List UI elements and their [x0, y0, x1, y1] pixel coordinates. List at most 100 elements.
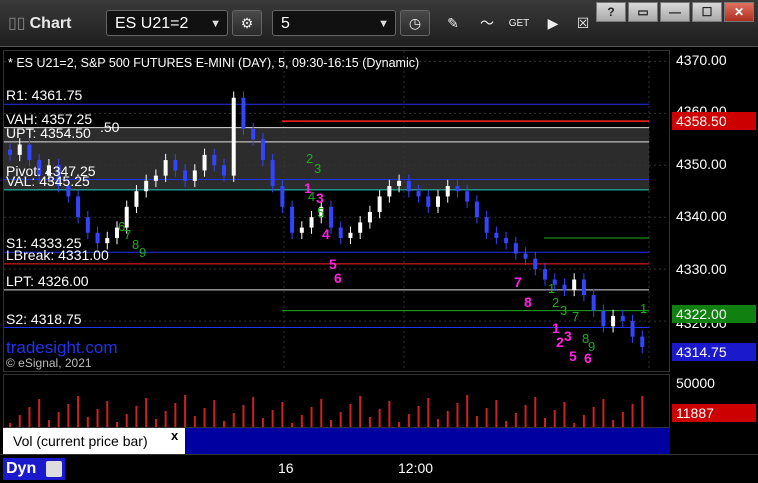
candle-body	[183, 170, 188, 181]
candle-body	[455, 186, 460, 192]
candle-body	[212, 154, 217, 166]
volume-chart-canvas[interactable]	[4, 375, 670, 428]
volume-bar	[388, 401, 391, 427]
candle-body	[173, 160, 178, 171]
candle-body	[270, 160, 275, 187]
chart-description: * ES U21=2, S&P 500 FUTURES E-MINI (DAY)…	[8, 56, 420, 70]
volume-bar	[407, 414, 410, 427]
title-bar: ▯▯ Chart ES U21=2 ▼ ⚙ 5 ▼ ◷ ✎ 〜 GET ▶ ☒ ? ▭…	[0, 0, 758, 47]
volume-bar	[184, 395, 187, 427]
volume-bar	[475, 416, 478, 427]
level-label: LBreak: 4331.00	[6, 246, 109, 263]
candle-body	[436, 196, 440, 207]
studies-button[interactable]: 〜	[472, 10, 502, 36]
sequence-label-green: 7	[124, 227, 131, 242]
price-chart-canvas[interactable]: 13456 7812 35 623456789123 7891	[4, 51, 670, 372]
volume-bar	[145, 398, 148, 427]
minimize-button[interactable]: —	[660, 2, 690, 22]
level-label: S2: 4318.75	[6, 310, 82, 327]
candle-body	[494, 232, 499, 238]
candle-body	[105, 237, 110, 244]
volume-bar	[456, 403, 459, 427]
price-chart[interactable]: 134567812356234567891237891	[3, 50, 670, 372]
volume-tick: 50000	[676, 375, 715, 391]
restore-button[interactable]: ▭	[628, 2, 658, 22]
candle-body	[591, 295, 596, 311]
candle-body	[338, 227, 343, 238]
candle-body	[348, 232, 353, 238]
get-data-button[interactable]: GET	[504, 10, 534, 36]
volume-bar	[417, 406, 420, 427]
volume-bar	[534, 397, 537, 427]
symbol-settings-button[interactable]: ⚙	[232, 10, 262, 36]
volume-legend: Vol (current price bar) x	[3, 428, 670, 454]
study-icon: 〜	[480, 15, 494, 31]
volume-bar	[446, 411, 449, 427]
volume-bar	[203, 408, 206, 427]
chevron-down-icon[interactable]: ▼	[210, 11, 221, 37]
level-tag-green: 4322.00	[672, 305, 756, 323]
volume-legend-close-icon[interactable]: x	[171, 428, 178, 443]
price-tick: 4350.00	[676, 156, 727, 172]
candle-body	[367, 212, 372, 223]
volume-bar	[466, 395, 469, 427]
draw-button[interactable]: ✎	[438, 10, 468, 36]
play-button[interactable]: ▶	[538, 10, 568, 36]
time-label: 16	[278, 460, 294, 476]
interval-input[interactable]: 5 ▼	[272, 10, 396, 36]
candle-body	[543, 269, 547, 280]
title-text: Chart	[29, 15, 72, 32]
candle-body	[8, 149, 12, 155]
price-axis[interactable]: 4370.00 4360.00 4350.00 4340.00 4330.00 …	[670, 50, 758, 428]
window-controls: ? ▭ — ☐ ✕	[596, 2, 754, 22]
volume-legend-label[interactable]: Vol (current price bar)	[3, 428, 185, 454]
volume-bar	[242, 405, 245, 427]
time-template-button[interactable]: ◷	[400, 10, 430, 36]
sequence-label-green: 1	[640, 301, 647, 316]
candle-body	[581, 279, 586, 296]
volume-bar	[154, 419, 157, 427]
candle-body	[397, 180, 402, 187]
candle-body	[533, 258, 538, 270]
volume-chart[interactable]	[3, 374, 670, 428]
drag-grip-icon[interactable]: ▯▯	[8, 15, 26, 32]
chevron-down-icon[interactable]: ▼	[378, 11, 389, 37]
candle-body	[27, 144, 32, 161]
close-chart-button[interactable]: ☒	[568, 10, 598, 36]
level-label: VAL: 4345.25	[6, 172, 90, 189]
volume-bar	[67, 404, 70, 427]
play-icon: ▶	[547, 14, 559, 31]
candle-body	[358, 222, 363, 233]
dynamic-mode-button[interactable]: Dyn	[3, 458, 65, 480]
sequence-label: 3	[564, 328, 572, 344]
price-tick: 4370.00	[676, 52, 727, 68]
sequence-label-green: 3	[314, 161, 321, 176]
lock-icon[interactable]	[46, 461, 62, 477]
help-button[interactable]: ?	[596, 2, 626, 22]
gear-icon: ⚙	[240, 14, 254, 31]
maximize-button[interactable]: ☐	[692, 2, 722, 22]
volume-bar	[86, 417, 89, 427]
volume-bar	[320, 399, 323, 427]
candle-body	[153, 175, 158, 181]
volume-bar	[232, 413, 235, 427]
volume-bar	[514, 413, 517, 427]
time-axis[interactable]	[0, 454, 758, 483]
sequence-label: 2	[556, 334, 564, 350]
level-label: LPT: 4326.00	[6, 272, 89, 289]
level-label: R1: 4361.75	[6, 87, 83, 104]
candle-body	[426, 196, 431, 207]
candle-body	[465, 191, 470, 202]
candle-body	[387, 186, 392, 197]
volume-bar	[77, 396, 80, 427]
candle-body	[85, 217, 90, 233]
symbol-input[interactable]: ES U21=2 ▼	[106, 10, 228, 36]
candle-body	[95, 232, 100, 244]
volume-bar	[339, 412, 342, 427]
window-close-button[interactable]: ✕	[724, 2, 754, 22]
volume-bar	[57, 412, 60, 427]
candle-body	[192, 170, 197, 181]
volume-bar	[96, 409, 99, 427]
volume-bar	[553, 410, 556, 427]
volume-bar	[125, 414, 128, 427]
